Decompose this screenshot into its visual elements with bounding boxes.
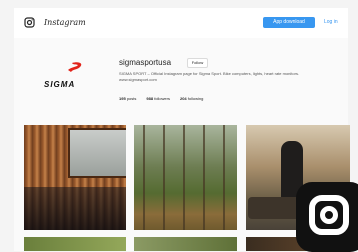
- bicycles: [24, 187, 126, 230]
- instagram-glyph-icon[interactable]: [24, 17, 35, 28]
- profile-stats: 195 posts 988 followers 204 following: [119, 96, 319, 101]
- post-thumbnail-trail[interactable]: [134, 237, 237, 251]
- login-link[interactable]: Log in: [324, 19, 338, 25]
- brand-logo-text: SIGMA: [44, 80, 76, 89]
- instagram-wordmark[interactable]: Instagram: [44, 18, 86, 27]
- posts-count: 195 posts: [119, 96, 137, 101]
- cabin-window: [68, 128, 126, 178]
- post-thumbnail-forest-trail[interactable]: [134, 125, 237, 230]
- following-count[interactable]: 204 following: [180, 96, 203, 101]
- follow-button[interactable]: Follow: [187, 58, 208, 68]
- app-download-button[interactable]: App download: [263, 17, 315, 28]
- top-navigation-bar: Instagram App download Log in: [14, 8, 348, 39]
- post-thumbnail-grass[interactable]: [24, 237, 126, 251]
- followers-count[interactable]: 988 followers: [146, 96, 170, 101]
- profile-bio: SIGMA SPORT – Official Instagram page fo…: [119, 71, 300, 82]
- profile-username: sigmasportusa: [119, 58, 172, 67]
- logo-lens: [320, 206, 338, 224]
- post-thumbnail-bikes-cabin[interactable]: [24, 125, 126, 230]
- instagram-logo-icon: [296, 182, 358, 252]
- tree-trunks: [134, 125, 237, 230]
